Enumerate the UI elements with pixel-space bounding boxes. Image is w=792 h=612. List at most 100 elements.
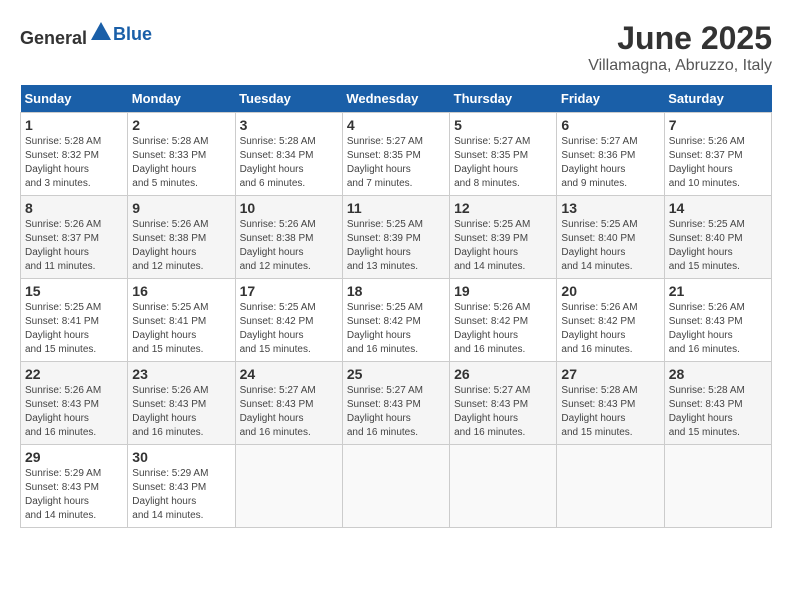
day-number: 7 <box>669 117 767 133</box>
calendar-cell: 14 Sunrise: 5:25 AM Sunset: 8:40 PM Dayl… <box>664 196 771 279</box>
day-info: Sunrise: 5:28 AM Sunset: 8:33 PM Dayligh… <box>132 135 230 191</box>
day-number: 5 <box>454 117 552 133</box>
day-number: 26 <box>454 366 552 382</box>
col-header-friday: Friday <box>557 85 664 113</box>
logo-blue: Blue <box>113 24 152 44</box>
col-header-thursday: Thursday <box>450 85 557 113</box>
day-info: Sunrise: 5:28 AM Sunset: 8:34 PM Dayligh… <box>240 135 338 191</box>
day-number: 18 <box>347 283 445 299</box>
day-info: Sunrise: 5:25 AM Sunset: 8:42 PM Dayligh… <box>347 301 445 357</box>
calendar-cell: 7 Sunrise: 5:26 AM Sunset: 8:37 PM Dayli… <box>664 113 771 196</box>
day-info: Sunrise: 5:27 AM Sunset: 8:35 PM Dayligh… <box>454 135 552 191</box>
calendar-cell: 12 Sunrise: 5:25 AM Sunset: 8:39 PM Dayl… <box>450 196 557 279</box>
col-header-wednesday: Wednesday <box>342 85 449 113</box>
calendar-cell: 29 Sunrise: 5:29 AM Sunset: 8:43 PM Dayl… <box>21 445 128 528</box>
calendar-cell: 6 Sunrise: 5:27 AM Sunset: 8:36 PM Dayli… <box>557 113 664 196</box>
day-info: Sunrise: 5:26 AM Sunset: 8:42 PM Dayligh… <box>561 301 659 357</box>
day-info: Sunrise: 5:29 AM Sunset: 8:43 PM Dayligh… <box>25 467 123 523</box>
day-number: 11 <box>347 200 445 216</box>
day-number: 19 <box>454 283 552 299</box>
day-info: Sunrise: 5:29 AM Sunset: 8:43 PM Dayligh… <box>132 467 230 523</box>
calendar-table: SundayMondayTuesdayWednesdayThursdayFrid… <box>20 85 772 528</box>
day-number: 27 <box>561 366 659 382</box>
calendar-title: June 2025 <box>588 20 772 57</box>
day-info: Sunrise: 5:25 AM Sunset: 8:40 PM Dayligh… <box>669 218 767 274</box>
calendar-cell: 17 Sunrise: 5:25 AM Sunset: 8:42 PM Dayl… <box>235 279 342 362</box>
calendar-week-1: 1 Sunrise: 5:28 AM Sunset: 8:32 PM Dayli… <box>21 113 772 196</box>
calendar-cell: 26 Sunrise: 5:27 AM Sunset: 8:43 PM Dayl… <box>450 362 557 445</box>
day-number: 28 <box>669 366 767 382</box>
calendar-cell: 2 Sunrise: 5:28 AM Sunset: 8:33 PM Dayli… <box>128 113 235 196</box>
calendar-cell: 11 Sunrise: 5:25 AM Sunset: 8:39 PM Dayl… <box>342 196 449 279</box>
calendar-cell: 13 Sunrise: 5:25 AM Sunset: 8:40 PM Dayl… <box>557 196 664 279</box>
header-row: SundayMondayTuesdayWednesdayThursdayFrid… <box>21 85 772 113</box>
calendar-cell: 15 Sunrise: 5:25 AM Sunset: 8:41 PM Dayl… <box>21 279 128 362</box>
day-info: Sunrise: 5:28 AM Sunset: 8:43 PM Dayligh… <box>669 384 767 440</box>
day-number: 17 <box>240 283 338 299</box>
day-number: 22 <box>25 366 123 382</box>
day-number: 25 <box>347 366 445 382</box>
calendar-subtitle: Villamagna, Abruzzo, Italy <box>588 57 772 75</box>
calendar-cell: 1 Sunrise: 5:28 AM Sunset: 8:32 PM Dayli… <box>21 113 128 196</box>
day-info: Sunrise: 5:25 AM Sunset: 8:41 PM Dayligh… <box>132 301 230 357</box>
calendar-cell: 28 Sunrise: 5:28 AM Sunset: 8:43 PM Dayl… <box>664 362 771 445</box>
day-info: Sunrise: 5:26 AM Sunset: 8:37 PM Dayligh… <box>25 218 123 274</box>
day-number: 8 <box>25 200 123 216</box>
day-number: 13 <box>561 200 659 216</box>
calendar-cell: 16 Sunrise: 5:25 AM Sunset: 8:41 PM Dayl… <box>128 279 235 362</box>
day-info: Sunrise: 5:27 AM Sunset: 8:43 PM Dayligh… <box>240 384 338 440</box>
day-info: Sunrise: 5:27 AM Sunset: 8:35 PM Dayligh… <box>347 135 445 191</box>
calendar-week-4: 22 Sunrise: 5:26 AM Sunset: 8:43 PM Dayl… <box>21 362 772 445</box>
header: General Blue June 2025 Villamagna, Abruz… <box>20 20 772 75</box>
calendar-cell <box>664 445 771 528</box>
day-info: Sunrise: 5:28 AM Sunset: 8:32 PM Dayligh… <box>25 135 123 191</box>
col-header-sunday: Sunday <box>21 85 128 113</box>
day-number: 24 <box>240 366 338 382</box>
day-number: 3 <box>240 117 338 133</box>
day-number: 10 <box>240 200 338 216</box>
logo-icon <box>89 20 113 44</box>
calendar-cell <box>235 445 342 528</box>
calendar-cell <box>557 445 664 528</box>
col-header-tuesday: Tuesday <box>235 85 342 113</box>
calendar-cell: 24 Sunrise: 5:27 AM Sunset: 8:43 PM Dayl… <box>235 362 342 445</box>
calendar-cell: 23 Sunrise: 5:26 AM Sunset: 8:43 PM Dayl… <box>128 362 235 445</box>
logo: General Blue <box>20 20 152 49</box>
day-info: Sunrise: 5:25 AM Sunset: 8:41 PM Dayligh… <box>25 301 123 357</box>
day-number: 9 <box>132 200 230 216</box>
day-info: Sunrise: 5:25 AM Sunset: 8:39 PM Dayligh… <box>347 218 445 274</box>
day-info: Sunrise: 5:26 AM Sunset: 8:43 PM Dayligh… <box>132 384 230 440</box>
calendar-cell: 20 Sunrise: 5:26 AM Sunset: 8:42 PM Dayl… <box>557 279 664 362</box>
day-number: 6 <box>561 117 659 133</box>
day-number: 23 <box>132 366 230 382</box>
calendar-cell: 21 Sunrise: 5:26 AM Sunset: 8:43 PM Dayl… <box>664 279 771 362</box>
calendar-cell: 22 Sunrise: 5:26 AM Sunset: 8:43 PM Dayl… <box>21 362 128 445</box>
day-number: 29 <box>25 449 123 465</box>
logo-general: General <box>20 28 87 48</box>
col-header-saturday: Saturday <box>664 85 771 113</box>
day-number: 2 <box>132 117 230 133</box>
calendar-week-5: 29 Sunrise: 5:29 AM Sunset: 8:43 PM Dayl… <box>21 445 772 528</box>
col-header-monday: Monday <box>128 85 235 113</box>
day-info: Sunrise: 5:25 AM Sunset: 8:42 PM Dayligh… <box>240 301 338 357</box>
calendar-cell: 27 Sunrise: 5:28 AM Sunset: 8:43 PM Dayl… <box>557 362 664 445</box>
calendar-cell: 3 Sunrise: 5:28 AM Sunset: 8:34 PM Dayli… <box>235 113 342 196</box>
day-info: Sunrise: 5:25 AM Sunset: 8:39 PM Dayligh… <box>454 218 552 274</box>
title-area: June 2025 Villamagna, Abruzzo, Italy <box>588 20 772 75</box>
day-number: 1 <box>25 117 123 133</box>
day-number: 21 <box>669 283 767 299</box>
day-info: Sunrise: 5:28 AM Sunset: 8:43 PM Dayligh… <box>561 384 659 440</box>
day-number: 14 <box>669 200 767 216</box>
day-info: Sunrise: 5:27 AM Sunset: 8:43 PM Dayligh… <box>454 384 552 440</box>
day-number: 30 <box>132 449 230 465</box>
day-number: 16 <box>132 283 230 299</box>
day-number: 15 <box>25 283 123 299</box>
calendar-cell: 19 Sunrise: 5:26 AM Sunset: 8:42 PM Dayl… <box>450 279 557 362</box>
calendar-cell: 18 Sunrise: 5:25 AM Sunset: 8:42 PM Dayl… <box>342 279 449 362</box>
calendar-cell: 4 Sunrise: 5:27 AM Sunset: 8:35 PM Dayli… <box>342 113 449 196</box>
day-info: Sunrise: 5:26 AM Sunset: 8:37 PM Dayligh… <box>669 135 767 191</box>
day-info: Sunrise: 5:25 AM Sunset: 8:40 PM Dayligh… <box>561 218 659 274</box>
day-number: 20 <box>561 283 659 299</box>
day-info: Sunrise: 5:26 AM Sunset: 8:43 PM Dayligh… <box>25 384 123 440</box>
day-info: Sunrise: 5:26 AM Sunset: 8:42 PM Dayligh… <box>454 301 552 357</box>
